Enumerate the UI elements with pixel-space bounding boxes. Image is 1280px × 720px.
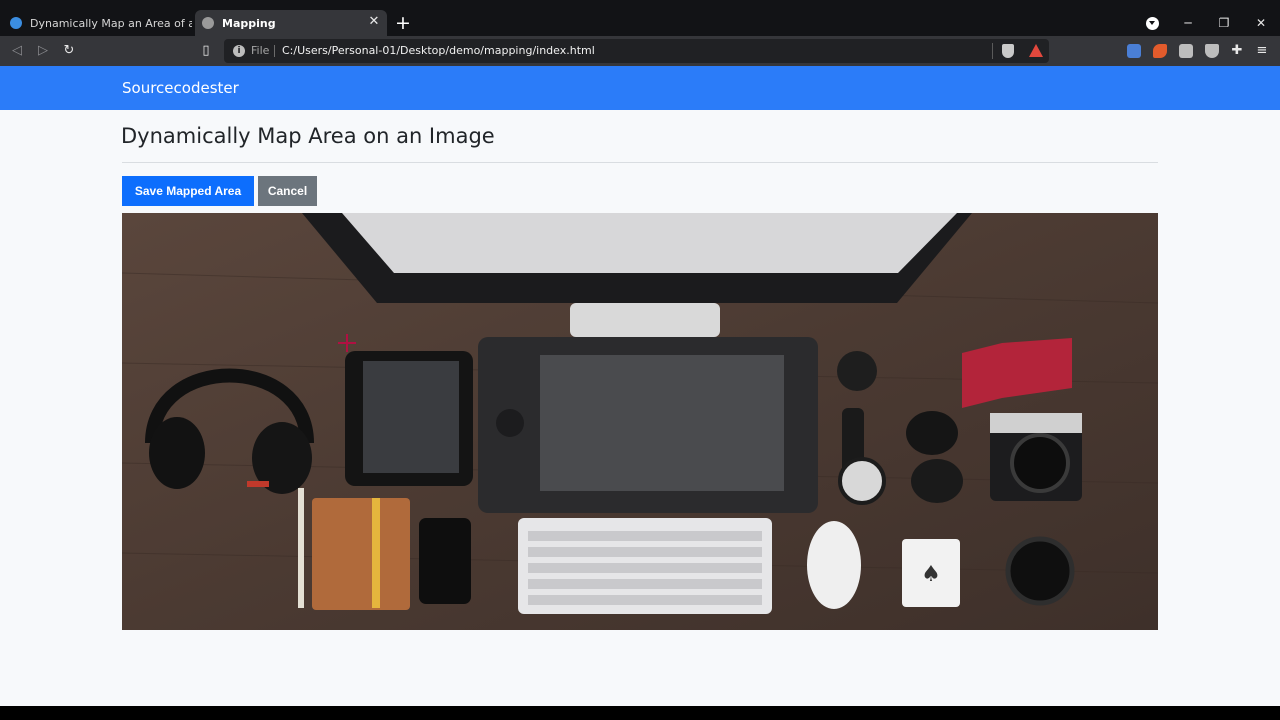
url-text[interactable]: C:/Users/Personal-01/Desktop/demo/mappin… (282, 39, 595, 63)
scheme-label: File (251, 44, 270, 57)
site-favicon-icon (10, 17, 22, 29)
tab-title: Dynamically Map an Area of an Image (30, 16, 192, 30)
minimize-icon[interactable]: ─ (1178, 14, 1198, 32)
mappable-image[interactable]: ♠ (122, 213, 1158, 630)
globe-icon (202, 17, 214, 29)
window-close-icon[interactable]: ✕ (1251, 14, 1271, 32)
browser-tab[interactable]: Dynamically Map an Area of an Image (0, 10, 193, 36)
svg-text:♠: ♠ (921, 562, 941, 587)
shield-extension-icon[interactable] (1205, 44, 1219, 58)
new-tab-icon[interactable]: + (395, 14, 411, 33)
navbar: Sourcecodester (0, 66, 1280, 110)
brave-rewards-icon[interactable] (1029, 44, 1043, 57)
brave-shield-icon[interactable] (1002, 44, 1014, 58)
separator (992, 43, 993, 59)
close-icon[interactable]: ✕ (367, 15, 381, 29)
browser-toolbar: ◁ ▷ ↻ ▯ i File C:/Users/Personal-01/Desk… (0, 36, 1280, 66)
tablet (345, 351, 473, 486)
menu-icon[interactable]: ≡ (1253, 42, 1271, 60)
restore-icon[interactable]: ❐ (1214, 14, 1234, 32)
web-page: Sourcecodester Dynamically Map Area on a… (0, 66, 1280, 706)
back-icon[interactable]: ◁ (8, 42, 26, 60)
browser-tab-strip: Dynamically Map an Area of an Image Mapp… (0, 0, 1280, 36)
reload-icon[interactable]: ↻ (60, 42, 78, 60)
tab-search-icon[interactable] (1146, 17, 1159, 30)
translate-extension-icon[interactable] (1127, 44, 1141, 58)
drawing-tablet (478, 337, 818, 513)
bookmark-icon[interactable]: ▯ (197, 42, 215, 60)
browser-tab-active[interactable]: Mapping ✕ (195, 10, 387, 36)
divider (122, 162, 1158, 163)
camera-extension-icon[interactable] (1179, 44, 1193, 58)
taskbar-strip (0, 706, 1280, 720)
extension-icon[interactable] (1153, 44, 1167, 58)
cancel-button[interactable]: Cancel (258, 176, 317, 206)
page-title: Dynamically Map Area on an Image (121, 124, 495, 148)
save-mapped-area-button[interactable]: Save Mapped Area (122, 176, 254, 206)
info-icon[interactable]: i (233, 45, 245, 57)
forward-icon[interactable]: ▷ (34, 42, 52, 60)
desk-photo: ♠ (122, 213, 1158, 630)
address-bar[interactable]: i File C:/Users/Personal-01/Desktop/demo… (224, 39, 1049, 63)
separator (274, 45, 275, 57)
extensions-puzzle-icon[interactable]: ✚ (1228, 42, 1246, 60)
tab-title: Mapping (222, 16, 276, 30)
navbar-brand[interactable]: Sourcecodester (122, 66, 239, 110)
